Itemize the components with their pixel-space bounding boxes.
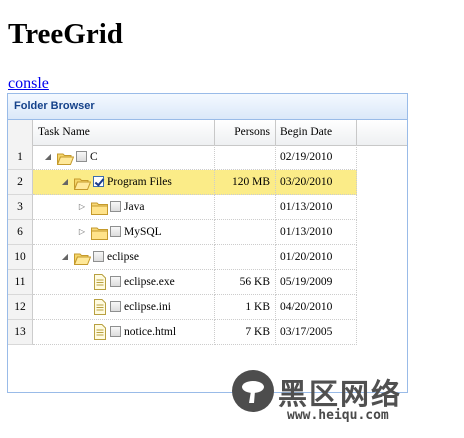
table-row[interactable]: 10 ◢ eclipse 01/20/2010 [8,245,407,270]
table-row[interactable]: 2 ◢ Program Files 120 MB 03/20/2010 [8,170,407,195]
folder-open-icon [73,250,92,265]
persons-cell [215,245,276,270]
persons-cell: 7 KB [215,320,276,345]
row-checkbox[interactable] [110,276,121,287]
task-cell: eclipse.ini [33,295,215,320]
row-number: 10 [8,245,33,270]
row-number: 12 [8,295,33,320]
row-checkbox[interactable] [93,251,104,262]
expand-arrow-icon[interactable]: ◢ [60,252,70,262]
table-row[interactable]: 1 ◢ C 02/19/2010 [8,145,407,170]
persons-cell: 56 KB [215,270,276,295]
task-cell: ◢ eclipse [33,245,215,270]
table-row[interactable]: 3 ▷ Java 01/13/2010 [8,195,407,220]
row-checkbox[interactable] [76,151,87,162]
collapse-arrow-icon[interactable]: ▷ [77,202,87,212]
begin-date-cell: 03/20/2010 [276,170,357,195]
task-name: MySQL [124,226,162,238]
table-row[interactable]: 11 eclipse.exe 56 KB 05/19/2009 [8,270,407,295]
grid-header: Task Name Persons Begin Date [8,120,407,146]
row-number: 6 [8,220,33,245]
begin-date-cell: 01/20/2010 [276,245,357,270]
column-header-begin-date[interactable]: Begin Date [276,120,357,145]
begin-date-cell: 01/13/2010 [276,195,357,220]
folder-icon [91,200,108,215]
task-name: C [90,151,98,163]
table-row[interactable]: 6 ▷ MySQL 01/13/2010 [8,220,407,245]
task-name: notice.html [124,326,177,338]
expand-arrow-icon[interactable]: ◢ [60,177,70,187]
persons-cell: 120 MB [215,170,276,195]
task-cell: ▷ Java [33,195,215,220]
row-number: 2 [8,170,33,195]
folder-open-icon [56,150,75,165]
begin-date-cell: 02/19/2010 [276,145,357,170]
rownumber-header [8,120,33,145]
console-link[interactable]: consle [8,75,49,93]
expand-arrow-icon[interactable]: ◢ [43,152,53,162]
task-cell: notice.html [33,320,215,345]
task-name: Program Files [107,176,172,188]
folder-open-icon [73,175,92,190]
folder-icon [91,225,108,240]
row-checkbox[interactable] [110,326,121,337]
page-title: TreeGrid [8,18,123,50]
file-icon [94,324,106,340]
row-checkbox[interactable] [110,226,121,237]
file-icon [94,274,106,290]
column-header-persons[interactable]: Persons [215,120,276,145]
row-number: 3 [8,195,33,220]
row-number: 11 [8,270,33,295]
persons-cell: 1 KB [215,295,276,320]
persons-cell [215,195,276,220]
row-checkbox[interactable] [110,301,121,312]
row-checkbox[interactable] [93,176,104,187]
persons-cell [215,145,276,170]
file-icon [94,299,106,315]
row-checkbox[interactable] [110,201,121,212]
panel-title: Folder Browser [8,94,407,120]
begin-date-cell: 03/17/2005 [276,320,357,345]
collapse-arrow-icon[interactable]: ▷ [77,227,87,237]
folder-browser-panel: Folder Browser Task Name Persons Begin D… [7,93,408,393]
task-cell: ◢ C [33,145,215,170]
table-row[interactable]: 13 notice.html 7 KB 03/17/2005 [8,320,407,345]
begin-date-cell: 05/19/2009 [276,270,357,295]
task-cell: ▷ MySQL [33,220,215,245]
begin-date-cell: 01/13/2010 [276,220,357,245]
column-header-task-name[interactable]: Task Name [33,120,215,145]
persons-cell [215,220,276,245]
task-name: Java [124,201,145,213]
task-name: eclipse.ini [124,301,171,313]
task-name: eclipse.exe [124,276,175,288]
task-cell: eclipse.exe [33,270,215,295]
begin-date-cell: 04/20/2010 [276,295,357,320]
row-number: 1 [8,145,33,170]
task-cell: ◢ Program Files [33,170,215,195]
watermark-brand: 黑区网络 [278,377,403,411]
watermark-logo-icon [232,370,274,412]
task-name: eclipse [107,251,139,263]
table-row[interactable]: 12 eclipse.ini 1 KB 04/20/2010 [8,295,407,320]
row-number: 13 [8,320,33,345]
watermark-url: www.heiqu.com [287,408,389,423]
